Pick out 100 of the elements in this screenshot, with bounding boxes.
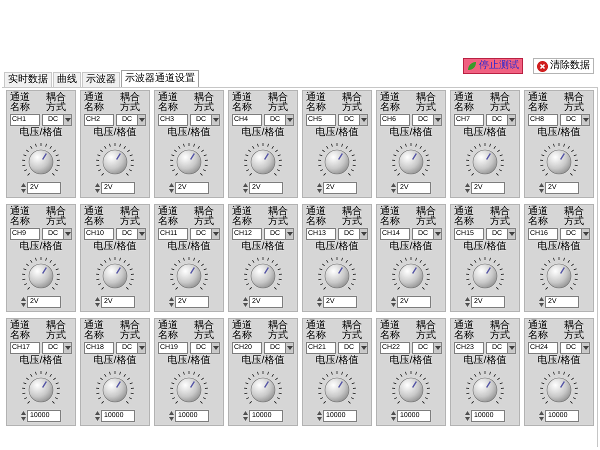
scale-label: 电压/格值 [316, 241, 358, 252]
rotary-knob[interactable] [28, 264, 54, 288]
channel-name-label: 通道名称 [380, 321, 401, 341]
coupling-label: 耦合方式 [342, 93, 363, 113]
coupling-label: 耦合方式 [490, 93, 511, 113]
tab[interactable]: 实时数据 [4, 72, 52, 87]
dropdown-arrow-icon [63, 115, 71, 125]
close-icon [537, 60, 548, 72]
scale-label: 电压/格值 [390, 241, 432, 252]
coupling-label: 耦合方式 [120, 93, 141, 113]
dropdown-arrow-icon [581, 343, 589, 353]
scale-label: 电压/格值 [464, 241, 506, 252]
dial-ticks [170, 256, 208, 290]
dropdown-arrow-icon [433, 229, 441, 239]
dropdown-arrow-icon [359, 229, 367, 239]
dropdown-arrow-icon [359, 115, 367, 125]
rotary-knob[interactable] [250, 150, 276, 174]
dropdown-arrow-icon [137, 229, 145, 239]
rotary-knob[interactable] [102, 378, 128, 402]
coupling-label: 耦合方式 [416, 93, 437, 113]
rotary-knob[interactable] [398, 378, 424, 402]
scale-label: 电压/格值 [390, 127, 432, 138]
channel-name-label: 通道名称 [232, 93, 253, 113]
dropdown-arrow-icon [507, 343, 515, 353]
dial-ticks [318, 256, 356, 290]
rotary-knob[interactable] [102, 264, 128, 288]
clear-data-button[interactable]: 清除数据 [533, 58, 594, 74]
coupling-label: 耦合方式 [194, 207, 215, 227]
rotary-knob[interactable] [472, 150, 498, 174]
channel-name-label: 通道名称 [454, 207, 475, 227]
scale-label: 电压/格值 [94, 127, 136, 138]
coupling-label: 耦合方式 [342, 321, 363, 341]
dropdown-arrow-icon [211, 343, 219, 353]
channel-name-label: 通道名称 [528, 321, 549, 341]
dial-ticks [170, 370, 208, 404]
rotary-knob[interactable] [546, 264, 572, 288]
channel-name-label: 通道名称 [306, 93, 327, 113]
scale-label: 电压/格值 [242, 127, 284, 138]
channel-name-label: 通道名称 [306, 207, 327, 227]
scale-label: 电压/格值 [538, 127, 580, 138]
rotary-knob[interactable] [176, 264, 202, 288]
coupling-label: 耦合方式 [416, 207, 437, 227]
scale-label: 电压/格值 [464, 355, 506, 366]
rotary-knob[interactable] [176, 150, 202, 174]
rotary-knob[interactable] [250, 378, 276, 402]
scale-label: 电压/格值 [538, 355, 580, 366]
coupling-label: 耦合方式 [268, 207, 289, 227]
channel-name-label: 通道名称 [10, 321, 31, 341]
rotary-knob[interactable] [250, 264, 276, 288]
coupling-label: 耦合方式 [564, 207, 585, 227]
dropdown-arrow-icon [211, 115, 219, 125]
coupling-label: 耦合方式 [490, 321, 511, 341]
rotary-knob[interactable] [324, 150, 350, 174]
scale-label: 电压/格值 [94, 355, 136, 366]
tab[interactable]: 示波器通道设置 [121, 70, 199, 87]
rotary-knob[interactable] [398, 264, 424, 288]
dropdown-arrow-icon [63, 343, 71, 353]
dropdown-arrow-icon [581, 229, 589, 239]
dial-ticks [540, 142, 578, 176]
rotary-knob[interactable] [28, 378, 54, 402]
tab[interactable]: 曲线 [53, 72, 81, 87]
rotary-knob[interactable] [324, 378, 350, 402]
channel-name-label: 通道名称 [380, 93, 401, 113]
dial-ticks [244, 256, 282, 290]
rotary-knob[interactable] [472, 378, 498, 402]
channel-name-label: 通道名称 [10, 207, 31, 227]
dial-ticks [392, 370, 430, 404]
channel-name-label: 通道名称 [528, 207, 549, 227]
coupling-label: 耦合方式 [416, 321, 437, 341]
coupling-label: 耦合方式 [46, 321, 67, 341]
scale-label: 电压/格值 [20, 355, 62, 366]
dropdown-arrow-icon [507, 229, 515, 239]
rotary-knob[interactable] [324, 264, 350, 288]
coupling-label: 耦合方式 [120, 321, 141, 341]
dial-ticks [244, 142, 282, 176]
rotary-knob[interactable] [102, 150, 128, 174]
channel-name-label: 通道名称 [454, 93, 475, 113]
dial-ticks [244, 370, 282, 404]
rotary-knob[interactable] [176, 378, 202, 402]
dropdown-arrow-icon [63, 229, 71, 239]
dropdown-arrow-icon [285, 343, 293, 353]
dial-ticks [466, 142, 504, 176]
coupling-label: 耦合方式 [194, 321, 215, 341]
tab[interactable]: 示波器 [82, 72, 120, 87]
dial-ticks [170, 142, 208, 176]
dial-ticks [22, 370, 60, 404]
scale-label: 电压/格值 [20, 241, 62, 252]
coupling-label: 耦合方式 [564, 321, 585, 341]
rotary-knob[interactable] [546, 378, 572, 402]
rotary-knob[interactable] [28, 150, 54, 174]
rotary-knob[interactable] [472, 264, 498, 288]
coupling-label: 耦合方式 [194, 93, 215, 113]
scale-label: 电压/格值 [168, 355, 210, 366]
dropdown-arrow-icon [285, 229, 293, 239]
channel-name-label: 通道名称 [306, 321, 327, 341]
channel-name-label: 通道名称 [528, 93, 549, 113]
rotary-knob[interactable] [398, 150, 424, 174]
rotary-knob[interactable] [546, 150, 572, 174]
channel-name-label: 通道名称 [232, 207, 253, 227]
channel-name-label: 通道名称 [232, 321, 253, 341]
